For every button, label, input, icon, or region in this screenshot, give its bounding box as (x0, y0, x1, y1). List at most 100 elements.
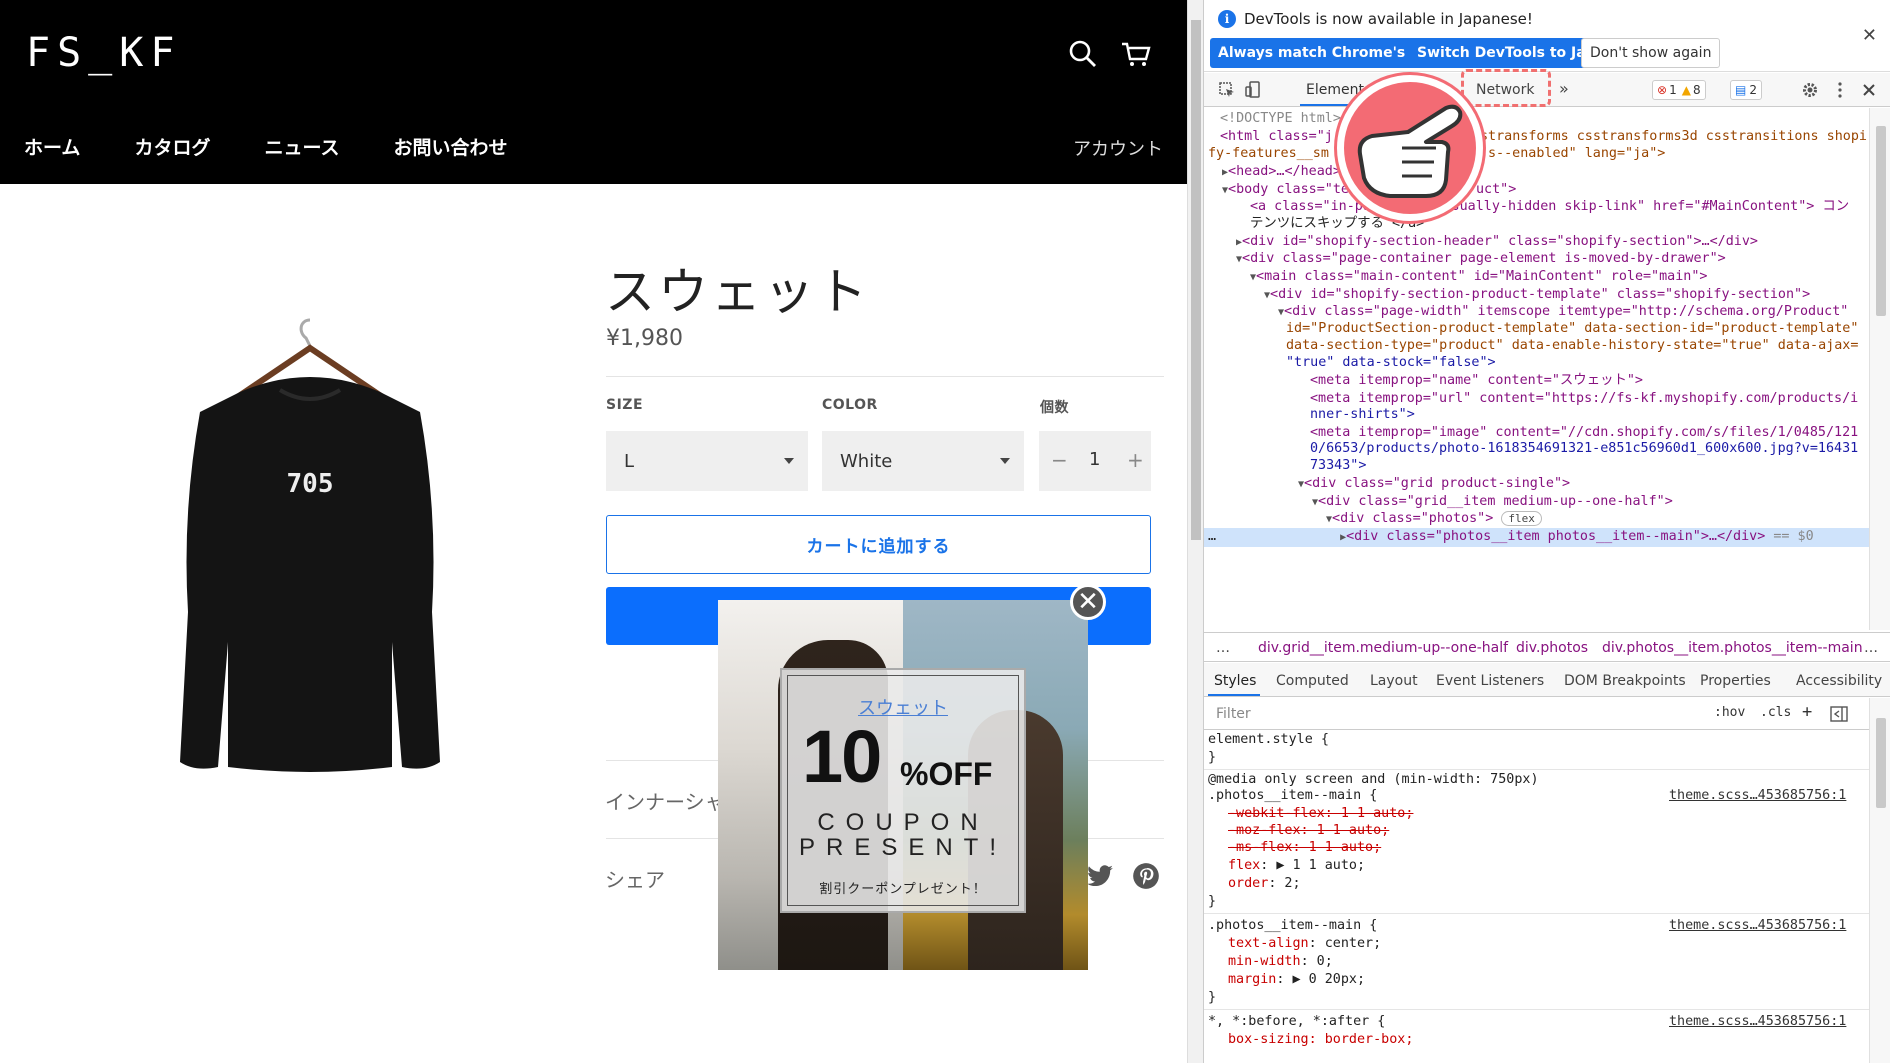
tab-event-listeners[interactable]: Event Listeners (1436, 673, 1544, 689)
code-line[interactable]: id="ProductSection-product-template" dat… (1286, 321, 1858, 336)
search-icon[interactable] (1067, 38, 1099, 70)
color-select[interactable]: White (822, 431, 1024, 491)
cls-toggle[interactable]: .cls (1760, 705, 1791, 720)
product-image[interactable]: 705 (170, 312, 450, 782)
dont-show-again-button[interactable]: Don't show again (1581, 38, 1721, 68)
style-value[interactable]: : 0; (1301, 954, 1333, 969)
code-line[interactable]: 73343"> (1310, 458, 1366, 473)
code-line[interactable]: <a class="in-page-link visually-hidden s… (1250, 199, 1849, 214)
qty-minus-button[interactable]: − (1051, 448, 1068, 472)
style-selector[interactable]: element.style { (1208, 731, 1329, 749)
code-line[interactable]: <div id="shopify-section-product-templat… (1270, 287, 1810, 302)
style-property[interactable]: margin (1228, 972, 1276, 987)
style-selector[interactable]: .photos__item--main { (1208, 917, 1377, 935)
tab-computed[interactable]: Computed (1276, 673, 1349, 689)
elements-tree[interactable]: <!DOCTYPE html> <html class="j stransfor… (1204, 108, 1869, 630)
style-value[interactable]: : ▶ 1 1 auto; (1260, 858, 1365, 873)
toggle-sidebar-icon[interactable] (1830, 706, 1848, 722)
tab-styles[interactable]: Styles (1214, 673, 1256, 689)
breadcrumb-item[interactable]: div.grid__item.medium-up--one-half (1258, 640, 1508, 656)
breadcrumb-item[interactable]: div.photos (1516, 640, 1588, 656)
messages-badge[interactable]: ▤ 2 (1730, 80, 1762, 100)
tab-layout[interactable]: Layout (1370, 673, 1418, 689)
more-options-icon[interactable] (1831, 81, 1849, 99)
close-devtools-icon[interactable] (1860, 81, 1878, 99)
style-value[interactable]: : 2; (1268, 876, 1300, 891)
code-line[interactable]: <main class="main-content" id="MainConte… (1256, 269, 1707, 284)
code-line[interactable]: fy-features__sm (1208, 146, 1329, 161)
selected-code-line[interactable]: <div class="photos__item photos__item--m… (1346, 529, 1765, 544)
code-line[interactable]: <meta itemprop="image" content="//cdn.sh… (1310, 425, 1858, 440)
code-line[interactable]: uct"> (1476, 182, 1516, 197)
account-link[interactable]: アカウント (1073, 135, 1163, 161)
cart-icon[interactable] (1120, 38, 1152, 70)
style-declaration[interactable]: -moz-flex: 1 1 auto; (1228, 823, 1389, 838)
close-icon[interactable]: ✕ (1862, 25, 1877, 46)
code-line[interactable]: <div class="page-container page-element … (1242, 251, 1726, 266)
code-line[interactable]: <head>…</head> (1228, 164, 1341, 179)
code-line[interactable]: data-section-type="product" data-enable-… (1286, 338, 1858, 353)
device-toolbar-icon[interactable] (1244, 81, 1262, 99)
site-logo[interactable]: FS_KF (26, 30, 181, 76)
flex-badge[interactable]: flex (1501, 511, 1542, 526)
tab-dom-breakpoints[interactable]: DOM Breakpoints (1564, 673, 1686, 689)
nav-home[interactable]: ホーム (24, 133, 80, 160)
style-property[interactable]: min-width (1228, 954, 1301, 969)
hov-toggle[interactable]: :hov (1714, 705, 1745, 720)
twitter-icon[interactable] (1086, 862, 1114, 890)
code-line[interactable]: s--enabled" lang="ja"> (1488, 146, 1665, 161)
style-property[interactable]: order (1228, 876, 1268, 891)
popup-close-button[interactable]: ✕ (1070, 584, 1106, 620)
qty-value[interactable]: 1 (1089, 449, 1100, 470)
code-line[interactable]: "true" data-stock="false"> (1286, 355, 1496, 370)
issues-badge[interactable]: ⊗ 1 ▲ 8 (1652, 80, 1706, 100)
code-line[interactable]: 0/6653/products/photo-1618354691321-e851… (1310, 441, 1858, 456)
tab-accessibility[interactable]: Accessibility (1796, 673, 1882, 689)
style-declaration[interactable]: -webkit-flex: 1 1 auto; (1228, 806, 1413, 821)
row-ellipsis[interactable]: … (1208, 529, 1216, 544)
qty-plus-button[interactable]: + (1127, 448, 1144, 472)
site-scrollbar[interactable] (1187, 0, 1203, 1063)
code-line[interactable]: stransforms csstransforms3d csstransitio… (1480, 129, 1867, 144)
breadcrumb-ellipsis[interactable]: … (1216, 640, 1230, 656)
nav-news[interactable]: ニュース (264, 133, 339, 160)
nav-catalog[interactable]: カタログ (134, 133, 210, 160)
inspect-element-icon[interactable] (1218, 81, 1236, 99)
style-value[interactable]: : ▶ 0 20px; (1276, 972, 1365, 987)
tab-properties[interactable]: Properties (1700, 673, 1771, 689)
code-line[interactable]: <meta itemprop="name" content="スウェット"> (1310, 373, 1643, 388)
size-select[interactable]: L (606, 431, 808, 491)
elements-scrollbar[interactable] (1869, 108, 1890, 630)
code-line[interactable]: <html class="j (1220, 129, 1333, 144)
style-value[interactable]: : center; (1309, 936, 1382, 951)
code-line[interactable]: <div class="grid__item medium-up--one-ha… (1318, 494, 1673, 509)
breadcrumb-item[interactable]: div.photos__item.photos__item--main (1602, 640, 1863, 656)
new-style-rule-button[interactable]: + (1802, 702, 1812, 722)
style-selector[interactable]: .photos__item--main { (1208, 787, 1377, 805)
styles-scrollbar[interactable] (1869, 698, 1890, 1063)
breadcrumb-ellipsis[interactable]: … (1864, 640, 1878, 656)
pinterest-icon[interactable] (1132, 862, 1160, 890)
code-line[interactable]: <div class="photos"> (1332, 511, 1493, 526)
style-declaration[interactable]: box-sizing: border-box; (1228, 1032, 1413, 1047)
scrollbar-thumb[interactable] (1876, 718, 1886, 808)
code-line[interactable]: nner-shirts"> (1310, 407, 1415, 422)
coupon-popup[interactable]: スウェット 10 %OFF COUPON PRESENT! 割引クーポンプレゼン… (718, 600, 1088, 970)
style-declaration[interactable]: -ms-flex: 1 1 auto; (1228, 840, 1381, 855)
styles-filter-input[interactable]: Filter (1216, 706, 1251, 722)
styles-pane[interactable]: element.style { } @media only screen and… (1204, 731, 1869, 1063)
style-selector[interactable]: *, *:before, *:after { (1208, 1013, 1385, 1031)
style-source-link[interactable]: theme.scss…453685756:1 (1669, 788, 1846, 803)
style-source-link[interactable]: theme.scss…453685756:1 (1669, 1014, 1846, 1029)
style-source-link[interactable]: theme.scss…453685756:1 (1669, 918, 1846, 933)
nav-contact[interactable]: お問い合わせ (394, 133, 508, 160)
style-property[interactable]: flex (1228, 858, 1260, 873)
code-line[interactable]: <body class="te (1228, 182, 1349, 197)
add-to-cart-button[interactable]: カートに追加する (606, 515, 1151, 574)
gear-icon[interactable] (1801, 81, 1819, 99)
scrollbar-thumb[interactable] (1191, 20, 1201, 540)
code-line[interactable]: <div class="page-width" itemscope itemty… (1284, 304, 1848, 319)
code-line[interactable]: <div id="shopify-section-header" class="… (1242, 234, 1758, 249)
code-line[interactable]: <div class="grid product-single"> (1304, 476, 1570, 491)
code-line[interactable]: <meta itemprop="url" content="https://fs… (1310, 391, 1858, 406)
